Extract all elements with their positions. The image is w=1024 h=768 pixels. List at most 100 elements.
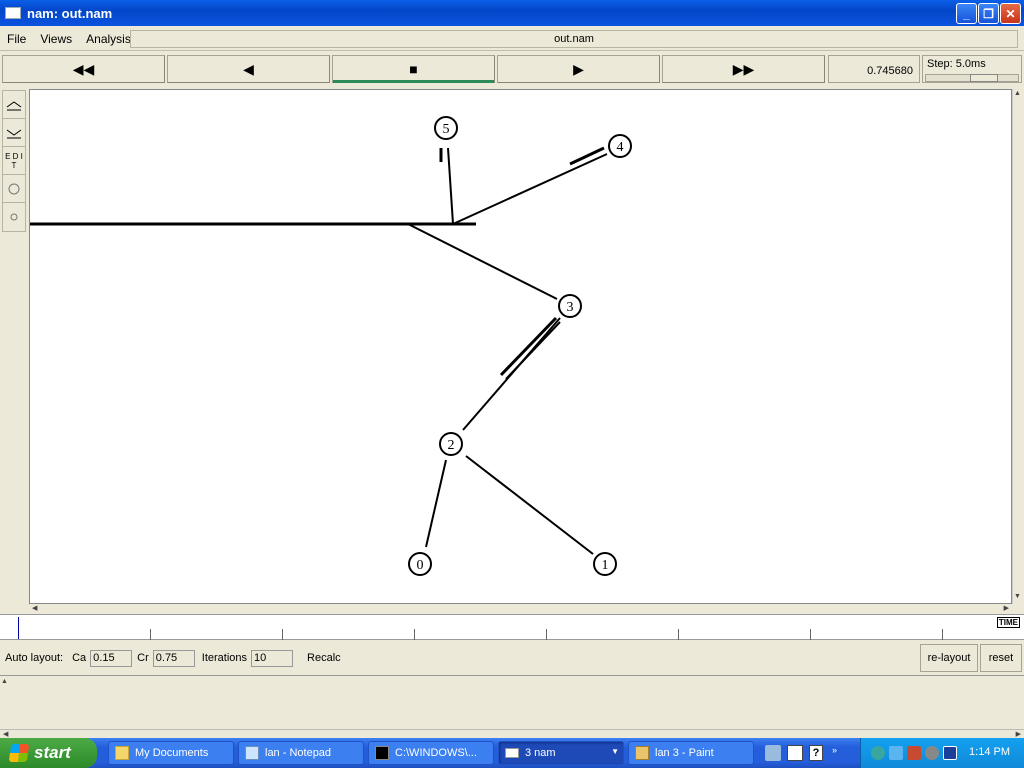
stop-icon: ■: [409, 61, 418, 77]
step-slider-thumb[interactable]: [970, 74, 998, 82]
ca-label: Ca: [72, 652, 87, 664]
canvas-vertical-scrollbar[interactable]: ▲ ▼: [1012, 89, 1022, 604]
restore-button[interactable]: ❐: [978, 3, 999, 24]
node-1[interactable]: 1: [593, 552, 617, 576]
message-panel[interactable]: ▲: [0, 675, 1024, 728]
relayout-button[interactable]: re-layout: [920, 644, 978, 672]
connection-tray-icon[interactable]: [889, 746, 903, 760]
network-tray-icon[interactable]: [871, 746, 885, 760]
scroll-down-arrow[interactable]: ▼: [1014, 593, 1021, 600]
auto-layout-bar: Auto layout: Ca Cr Iterations Recalc re-…: [0, 642, 1024, 674]
circle-icon: [8, 183, 20, 194]
step-control: Step: 5.0ms: [922, 55, 1022, 83]
recalc-button[interactable]: Recalc: [307, 652, 341, 664]
packet-link-2-3-a: [499, 316, 558, 377]
cr-label: Cr: [137, 652, 149, 664]
menu-file[interactable]: File: [0, 32, 33, 46]
console-icon: [375, 746, 389, 760]
panel-scroll-up-arrow[interactable]: ▲: [1, 678, 8, 685]
antivirus-tray-icon[interactable]: [925, 746, 939, 760]
title-bar[interactable]: nam: out.nam _ ❐ ✕: [0, 0, 1024, 26]
packet-node4: [569, 146, 605, 166]
task-notepad[interactable]: lan - Notepad: [238, 741, 364, 765]
playback-controls: ◀◀ ◀ ■ ▶ ▶▶ 0.745680 Step: 5.0ms: [2, 53, 1022, 85]
network-canvas[interactable]: 5 4 3 2 0 1: [29, 89, 1012, 604]
iterations-input[interactable]: [251, 649, 294, 667]
help-icon[interactable]: ?: [809, 745, 823, 761]
auto-layout-label: Auto layout:: [5, 652, 64, 664]
window-icon: [505, 748, 519, 758]
windows-logo-icon: [8, 744, 30, 762]
task-command-prompt[interactable]: C:\WINDOWS\...: [368, 741, 494, 765]
node-2[interactable]: 2: [439, 432, 463, 456]
node-4[interactable]: 4: [608, 134, 632, 158]
edit-toolbar: E D I T: [2, 90, 26, 232]
security-tray-icon[interactable]: [943, 746, 957, 760]
scroll-left-arrow[interactable]: ◀: [32, 604, 37, 612]
clock[interactable]: 1:14 PM: [969, 746, 1010, 758]
zoom-in-tool[interactable]: [3, 91, 25, 119]
node-0[interactable]: 0: [408, 552, 432, 576]
step-slider-track[interactable]: [925, 74, 1019, 82]
task-paint[interactable]: lan 3 - Paint: [628, 741, 754, 765]
reset-button[interactable]: reset: [980, 644, 1022, 672]
zoom-out-tool[interactable]: [3, 119, 25, 147]
quicklaunch-display-icon[interactable]: [787, 745, 803, 761]
time-tick: [282, 629, 283, 640]
quicklaunch-tool-icon[interactable]: [765, 745, 781, 761]
taskbar: start My Documents lan - Notepad C:\WIND…: [0, 738, 1024, 768]
small-circle-tool[interactable]: [3, 203, 25, 231]
canvas-horizontal-scrollbar[interactable]: ◀ ▶: [29, 604, 1012, 613]
system-tray: 1:14 PM: [860, 738, 1024, 768]
message-panel-scrollbar[interactable]: ◀ ▶: [0, 729, 1024, 738]
node-5[interactable]: 5: [434, 116, 458, 140]
link-1-2: [465, 455, 594, 555]
edit-tool[interactable]: E D I T: [3, 147, 25, 175]
fast-forward-button[interactable]: ▶▶: [662, 55, 825, 83]
dropdown-arrow-icon: ▼: [611, 747, 619, 756]
large-circle-tool[interactable]: [3, 175, 25, 203]
time-cursor[interactable]: [18, 617, 19, 639]
rewind-button[interactable]: ◀: [167, 55, 330, 83]
time-tick: [810, 629, 811, 640]
ca-input[interactable]: [90, 649, 133, 667]
time-tick: [150, 629, 151, 640]
folder-icon: [115, 746, 129, 760]
scroll-up-arrow[interactable]: ▲: [1014, 90, 1021, 97]
close-button[interactable]: ✕: [1000, 3, 1021, 24]
zoom-in-icon: [6, 100, 22, 110]
stop-button[interactable]: ■: [332, 55, 495, 83]
paint-icon: [635, 746, 649, 760]
quicklaunch-chevron-icon[interactable]: »: [832, 745, 842, 761]
menu-views[interactable]: Views: [33, 32, 79, 46]
step-label: Step: 5.0ms: [927, 58, 986, 70]
task-nam[interactable]: 3 nam ▼: [498, 741, 624, 765]
volume-tray-icon[interactable]: [907, 746, 921, 760]
link-4-lan: [452, 153, 608, 225]
task-my-documents[interactable]: My Documents: [108, 741, 234, 765]
fast-rewind-button[interactable]: ◀◀: [2, 55, 165, 83]
start-label: start: [34, 743, 71, 762]
app-icon: [5, 7, 21, 19]
play-button[interactable]: ▶: [497, 55, 660, 83]
node-3[interactable]: 3: [558, 294, 582, 318]
panel-scroll-left-arrow[interactable]: ◀: [3, 730, 8, 738]
cr-input[interactable]: [152, 649, 195, 667]
link-0-2: [425, 459, 447, 548]
time-slider[interactable]: TIME: [0, 614, 1024, 640]
file-name-label: out.nam: [130, 30, 1018, 48]
svg-text:0: 0: [417, 558, 424, 573]
scroll-right-arrow[interactable]: ▶: [1004, 604, 1009, 612]
iterations-label: Iterations: [201, 652, 248, 664]
window-title: nam: out.nam: [27, 5, 113, 21]
link-5-lan: [447, 147, 454, 225]
time-tick: [414, 629, 415, 640]
zoom-out-icon: [6, 129, 22, 138]
svg-text:1: 1: [602, 558, 609, 573]
time-tick: [678, 629, 679, 640]
panel-scroll-right-arrow[interactable]: ▶: [1016, 730, 1021, 738]
minimize-button[interactable]: _: [956, 3, 977, 24]
start-button[interactable]: start: [0, 738, 97, 768]
stop-active-indicator: [333, 80, 494, 83]
svg-text:3: 3: [567, 300, 574, 315]
